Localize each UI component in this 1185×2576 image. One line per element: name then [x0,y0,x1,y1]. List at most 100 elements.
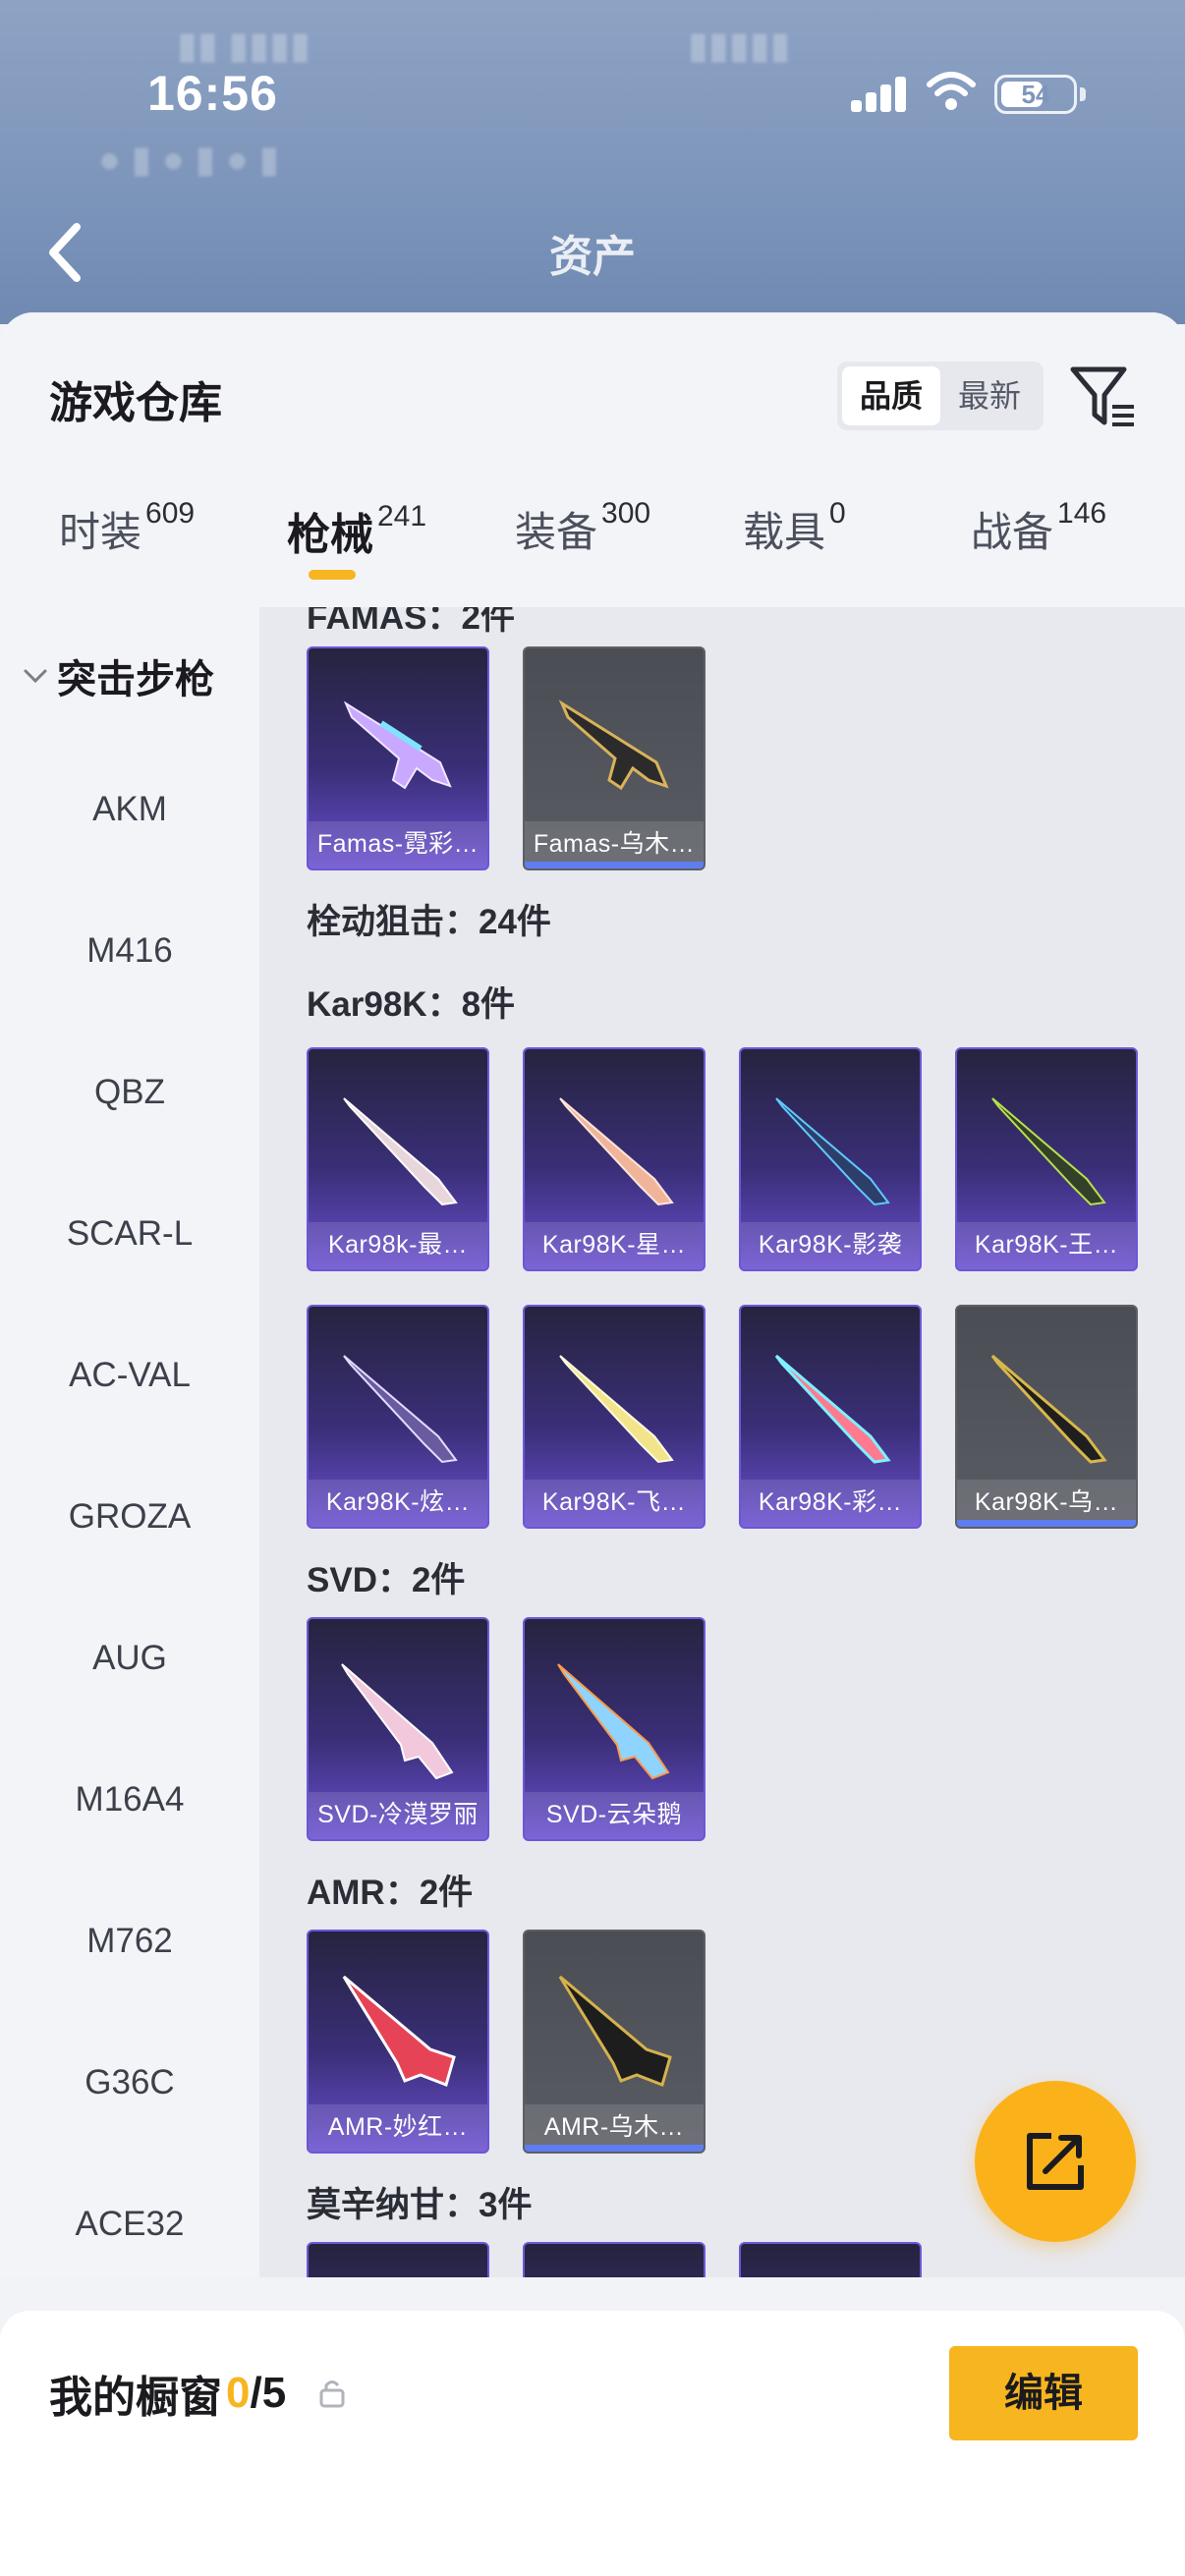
kar98k-rifle-icon [559,1097,674,1206]
tab-label: 战备 [971,509,1054,555]
svd-rifle-icon [557,1663,670,1780]
item-name: Kar98K-飞… [525,1480,704,1527]
weapon-skin-card[interactable]: SVD-云朵鹅 [523,1617,705,1841]
weapon-skin-card[interactable]: AMR-乌木… [523,1930,705,2154]
sidebar-item-aug[interactable]: AUG [0,1639,259,1678]
famas-rifle-icon [343,700,452,790]
section-title-mosin: 莫辛纳甘：3件 [307,2186,533,2224]
sidebar-group-label: 突击步枪 [57,658,214,701]
weapon-skin-card[interactable] [307,2242,489,2277]
share-external-icon [1027,2133,1084,2190]
weapon-skin-card[interactable]: Famas-乌木… [523,646,705,870]
tab-firearms[interactable]: 枪械 241 [287,499,426,607]
edit-button[interactable]: 编辑 [949,2346,1138,2440]
sidebar-item-m16a4[interactable]: M16A4 [0,1780,259,1820]
tab-combat-gear[interactable]: 战备 146 [971,496,1107,607]
tab-count: 241 [377,499,427,532]
showcase-total: /5 [250,2369,287,2417]
weapon-skin-card[interactable] [523,2242,705,2277]
tab-label: 枪械 [287,511,373,559]
blurred-content: ● ▮ ● ▮ ● ▮ [98,140,280,181]
cellular-signal-icon [851,77,906,112]
wifi-icon [927,72,976,110]
item-name: Famas-霓彩… [309,821,487,868]
section-title-kar98k: Kar98K：8件 [307,985,516,1024]
battery-level: 54 [1021,80,1050,109]
kar98k-rifle-icon [775,1097,890,1206]
item-name: SVD-云朵鹅 [525,1792,704,1839]
weapon-skin-card[interactable] [739,2242,922,2277]
item-name: Kar98K-王… [957,1222,1136,1269]
kar98k-rifle-icon [991,1097,1106,1206]
sidebar-item-scar-l[interactable]: SCAR-L [0,1214,259,1254]
item-name: Kar98k-最… [309,1222,487,1269]
tab-vehicles[interactable]: 载具 0 [743,497,846,607]
weapon-skin-card[interactable]: Kar98K-王… [955,1047,1138,1271]
showcase-summary: 我的橱窗 0 /5 [49,2362,349,2425]
lock-icon [319,2380,345,2408]
weapon-skin-card[interactable]: Kar98k-最… [307,1047,489,1271]
item-grid: FAMAS：2件 Famas-霓彩… Famas-乌木… 栓动狙击：24件 Ka… [259,607,1185,2277]
sort-quality-button[interactable]: 品质 [842,366,940,425]
category-title-bolt-action: 栓动狙击：24件 [307,903,551,941]
item-name: AMR-乌木… [525,2104,704,2152]
item-name: Kar98K-彩… [741,1480,920,1527]
sort-newest-button[interactable]: 最新 [940,366,1039,425]
item-name: Kar98K-星… [525,1222,704,1269]
amr-rifle-icon [558,1975,672,2087]
tab-equipment[interactable]: 装备 300 [515,497,650,607]
status-bar: 16:56 54 [0,59,1185,128]
weapon-skin-card[interactable]: Kar98K-炫… [307,1305,489,1529]
tab-label: 载具 [743,509,826,555]
kar98k-rifle-icon [343,1097,458,1206]
sidebar-item-qbz[interactable]: QBZ [0,1073,259,1112]
svd-rifle-icon [341,1663,454,1780]
tab-label: 装备 [515,509,598,555]
weapon-skin-card[interactable]: Kar98K-乌… [955,1305,1138,1529]
tab-count: 146 [1057,496,1107,530]
warehouse-title: 游戏仓库 [49,379,222,427]
famas-rifle-icon [558,700,669,791]
battery-cap [1080,87,1086,101]
warehouse-header: 游戏仓库 品质 最新 时装 609 枪械 241 装备 300 载具 0 战备 … [0,312,1185,607]
tab-fashion[interactable]: 时装 609 [59,497,195,607]
category-tabs: 时装 609 枪械 241 装备 300 载具 0 战备 146 [0,496,1185,607]
weapon-skin-card[interactable]: SVD-冷漠罗丽 [307,1617,489,1841]
page-title: 资产 [549,233,636,281]
item-name: Kar98K-乌… [957,1480,1136,1527]
weapon-skin-card[interactable]: Famas-霓彩… [307,646,489,870]
weapon-skin-card[interactable]: AMR-妙红… [307,1930,489,2154]
chevron-down-icon [24,669,47,684]
weapon-skin-card[interactable]: Kar98K-彩… [739,1305,922,1529]
item-name: SVD-冷漠罗丽 [309,1792,487,1839]
kar98k-rifle-icon [343,1355,458,1464]
item-name: Famas-乌木… [525,821,704,868]
status-time: 16:56 [147,66,278,121]
tab-label: 时装 [59,509,142,555]
sidebar-item-g36c[interactable]: G36C [0,2063,259,2102]
sidebar-item-groza[interactable]: GROZA [0,1497,259,1537]
weapon-skin-card[interactable]: Kar98K-飞… [523,1305,705,1529]
item-name: AMR-妙红… [309,2104,487,2152]
header-background: ▮▮ ▮▮▮▮ ▮▮▮▮▮ ● ▮ ● ▮ ● ▮ 16:56 54 资产 [0,0,1185,324]
navigation-bar: 资产 [0,201,1185,300]
kar98k-rifle-icon [990,1354,1107,1464]
sidebar-group-assault-rifles[interactable]: 突击步枪 [20,646,214,705]
sidebar-item-ac-val[interactable]: AC-VAL [0,1356,259,1395]
weapon-sidebar: 突击步枪 AKM M416 QBZ SCAR-L AC-VAL GROZA AU… [0,607,259,2277]
sidebar-item-ace32[interactable]: ACE32 [0,2205,259,2244]
share-button[interactable] [975,2081,1136,2242]
section-title-famas: FAMAS：2件 [307,607,515,637]
sort-toggle: 品质 最新 [837,362,1044,430]
filter-icon[interactable] [1067,362,1140,434]
sidebar-item-m762[interactable]: M762 [0,1922,259,1961]
weapon-skin-card[interactable]: Kar98K-影袭 [739,1047,922,1271]
showcase-bar: 我的橱窗 0 /5 编辑 [0,2311,1185,2576]
sidebar-item-akm[interactable]: AKM [0,790,259,829]
warehouse-panel: 游戏仓库 品质 最新 时装 609 枪械 241 装备 300 载具 0 战备 … [0,312,1185,2576]
weapon-skin-card[interactable]: Kar98K-星… [523,1047,705,1271]
sidebar-item-m416[interactable]: M416 [0,931,259,971]
section-title-svd: SVD：2件 [307,1561,466,1599]
kar98k-rifle-icon [559,1355,674,1464]
battery-icon: 54 [994,75,1077,114]
